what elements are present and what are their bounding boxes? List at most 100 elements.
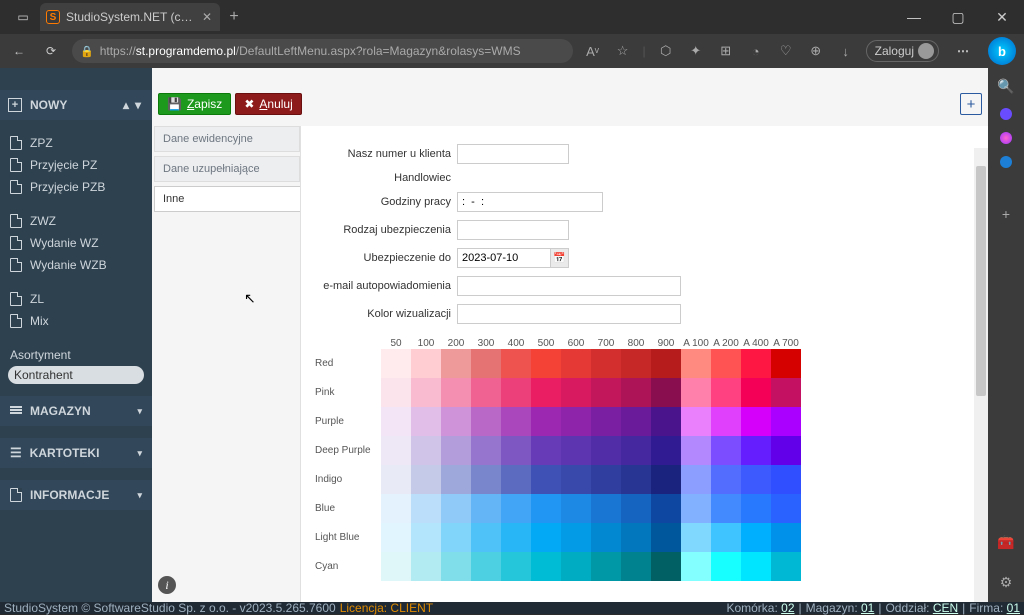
color-swatch[interactable]: [651, 494, 681, 523]
color-swatch[interactable]: [561, 523, 591, 552]
color-swatch[interactable]: [741, 349, 771, 378]
color-swatch[interactable]: [561, 378, 591, 407]
color-swatch[interactable]: [531, 378, 561, 407]
sidebar-item-asortyment[interactable]: Asortyment: [0, 344, 152, 366]
color-swatch[interactable]: [411, 407, 441, 436]
color-swatch[interactable]: [771, 349, 801, 378]
chevron-down-icon[interactable]: ▾: [132, 98, 144, 112]
more-button[interactable]: ⋯: [949, 44, 978, 58]
color-swatch[interactable]: [501, 552, 531, 581]
color-swatch[interactable]: [441, 407, 471, 436]
extension-icon[interactable]: ⬡: [656, 41, 676, 61]
color-swatch[interactable]: [621, 436, 651, 465]
color-swatch[interactable]: [771, 436, 801, 465]
add-button[interactable]: +: [960, 93, 982, 115]
color-swatch[interactable]: [621, 378, 651, 407]
color-swatch[interactable]: [411, 552, 441, 581]
color-swatch[interactable]: [561, 465, 591, 494]
color-swatch[interactable]: [741, 378, 771, 407]
color-swatch[interactable]: [411, 378, 441, 407]
color-swatch[interactable]: [441, 494, 471, 523]
color-swatch[interactable]: [501, 465, 531, 494]
toolbox-icon[interactable]: 🧰: [996, 532, 1016, 552]
read-aloud-icon[interactable]: Aᵛ: [583, 41, 603, 61]
search-icon[interactable]: 🔍: [996, 76, 1016, 96]
color-swatch[interactable]: [711, 523, 741, 552]
color-swatch[interactable]: [531, 465, 561, 494]
color-swatch[interactable]: [411, 494, 441, 523]
sidebar-section-nowy[interactable]: + NOWY ▴▾: [0, 90, 152, 120]
color-swatch[interactable]: [741, 552, 771, 581]
color-swatch[interactable]: [651, 465, 681, 494]
color-swatch[interactable]: [501, 349, 531, 378]
minimize-button[interactable]: —: [892, 0, 936, 34]
color-swatch[interactable]: [441, 552, 471, 581]
color-swatch[interactable]: [411, 523, 441, 552]
color-swatch[interactable]: [591, 552, 621, 581]
color-swatch[interactable]: [591, 407, 621, 436]
sidebar-item-przyjecie-pzb[interactable]: Przyjęcie PZB: [0, 176, 152, 198]
scrollbar[interactable]: [974, 148, 988, 602]
address-bar[interactable]: 🔒 https://st.programdemo.pl/DefaultLeftM…: [72, 39, 573, 63]
add-rail-icon[interactable]: +: [996, 204, 1016, 224]
client-number-input[interactable]: [457, 144, 569, 164]
color-swatch[interactable]: [561, 407, 591, 436]
color-swatch[interactable]: [621, 523, 651, 552]
color-swatch[interactable]: [591, 494, 621, 523]
sidebar-section-informacje[interactable]: INFORMACJE▾: [0, 480, 152, 510]
color-swatch[interactable]: [591, 349, 621, 378]
color-swatch[interactable]: [741, 436, 771, 465]
color-swatch[interactable]: [711, 378, 741, 407]
bing-button[interactable]: b: [988, 37, 1016, 65]
color-swatch[interactable]: [501, 494, 531, 523]
color-swatch[interactable]: [681, 494, 711, 523]
color-swatch[interactable]: [501, 523, 531, 552]
color-swatch[interactable]: [741, 523, 771, 552]
color-swatch[interactable]: [561, 436, 591, 465]
extension-icon[interactable]: ◔: [746, 41, 766, 61]
sidebar-item-kontrahent[interactable]: Kontrahent: [8, 366, 144, 384]
color-swatch[interactable]: [471, 436, 501, 465]
color-swatch[interactable]: [531, 523, 561, 552]
color-swatch[interactable]: [411, 436, 441, 465]
color-swatch[interactable]: [591, 436, 621, 465]
color-swatch[interactable]: [381, 349, 411, 378]
sidebar-item-przyjecie-pz[interactable]: Przyjęcie PZ: [0, 154, 152, 176]
color-swatch[interactable]: [681, 552, 711, 581]
color-swatch[interactable]: [681, 378, 711, 407]
cancel-button[interactable]: ✖Anuluj: [235, 93, 301, 115]
tab-list-icon[interactable]: ▭: [17, 10, 28, 24]
color-swatch[interactable]: [501, 407, 531, 436]
hours-input[interactable]: [457, 192, 603, 212]
color-swatch[interactable]: [711, 407, 741, 436]
email-input[interactable]: [457, 276, 681, 296]
color-swatch[interactable]: [711, 436, 741, 465]
calendar-icon[interactable]: 📅: [550, 249, 568, 267]
color-swatch[interactable]: [381, 523, 411, 552]
color-swatch[interactable]: [411, 349, 441, 378]
color-swatch[interactable]: [651, 552, 681, 581]
color-swatch[interactable]: [381, 436, 411, 465]
color-swatch[interactable]: [591, 465, 621, 494]
color-swatch[interactable]: [771, 523, 801, 552]
color-swatch[interactable]: [441, 465, 471, 494]
color-input[interactable]: [457, 304, 681, 324]
color-swatch[interactable]: [711, 494, 741, 523]
sidebar-item-mix[interactable]: Mix: [0, 310, 152, 332]
color-swatch[interactable]: [771, 407, 801, 436]
color-swatch[interactable]: [561, 552, 591, 581]
color-swatch[interactable]: [441, 436, 471, 465]
rail-app-icon[interactable]: [1000, 132, 1012, 144]
login-button[interactable]: Zaloguj: [866, 40, 939, 62]
sidebar-section-kartoteki[interactable]: ☰KARTOTEKI▾: [0, 438, 152, 468]
sidebar-section-magazyn[interactable]: MAGAZYN▾: [0, 396, 152, 426]
collapse-icon[interactable]: ▴: [120, 98, 132, 112]
settings-icon[interactable]: ⚙: [996, 572, 1016, 592]
save-button[interactable]: 💾Zapisz: [158, 93, 231, 115]
info-icon[interactable]: i: [158, 576, 176, 594]
color-swatch[interactable]: [711, 349, 741, 378]
color-swatch[interactable]: [621, 465, 651, 494]
color-swatch[interactable]: [531, 436, 561, 465]
color-swatch[interactable]: [651, 349, 681, 378]
color-swatch[interactable]: [501, 378, 531, 407]
